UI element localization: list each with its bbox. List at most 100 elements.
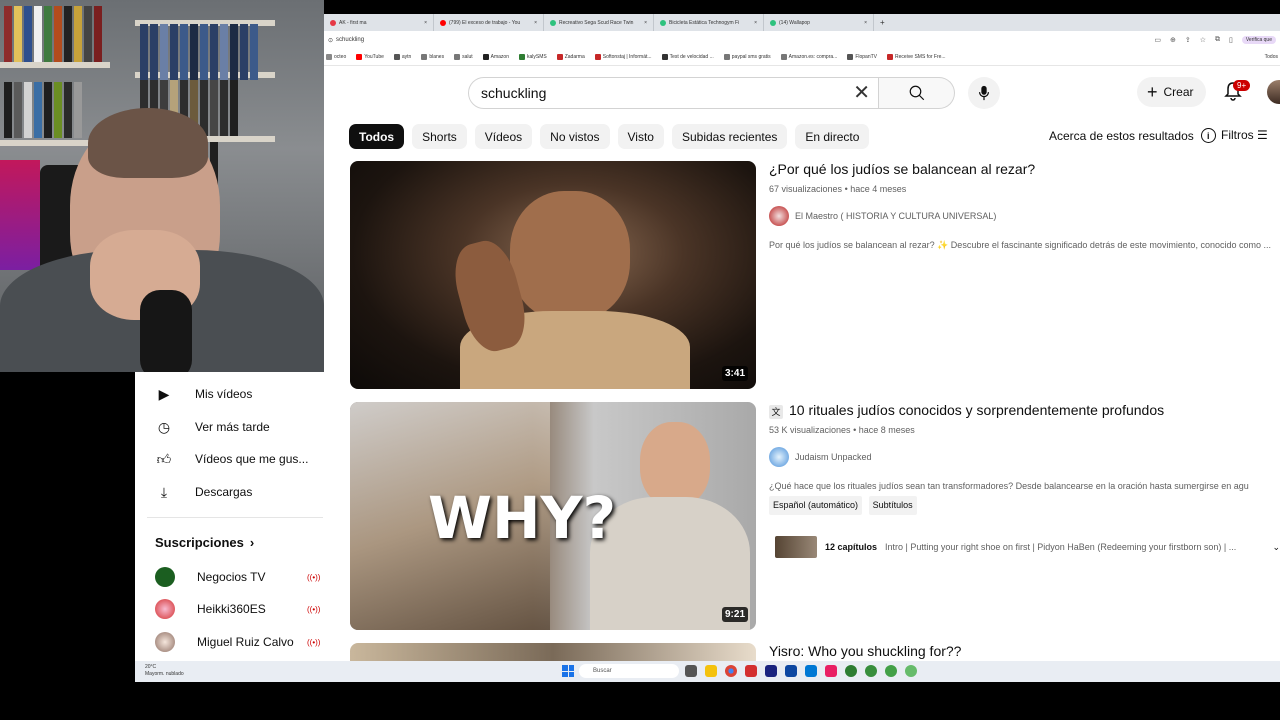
video-description: Por qué los judíos se balancean al rezar…	[769, 240, 1271, 250]
video-title[interactable]: ¿Por qué los judíos se balancean al reza…	[769, 161, 1035, 177]
chevron-down-icon[interactable]: ⌄	[1272, 542, 1280, 553]
chip-shorts[interactable]: Shorts	[412, 124, 467, 149]
tab-close-icon[interactable]: ×	[644, 20, 647, 26]
chrome-icon[interactable]	[725, 665, 737, 677]
browser-tab[interactable]: AK - first ma ×	[324, 14, 434, 31]
bookmark-item[interactable]: paypal sms gratis	[723, 54, 771, 60]
bookmark-item[interactable]: aytn	[393, 54, 411, 60]
share-icon[interactable]: ⇪	[1185, 36, 1191, 44]
browser-tab[interactable]: (14) Wallapop ×	[764, 14, 874, 31]
url-text[interactable]: schuckling	[336, 37, 1154, 43]
app-icon[interactable]	[745, 665, 757, 677]
subscriptions-heading[interactable]: Suscripciones ›	[155, 535, 254, 550]
video-thumbnail[interactable]: 3:41	[350, 161, 756, 389]
bookmark-item[interactable]: Amazon.es: compra...	[780, 54, 837, 60]
result-item[interactable]: WHY? 9:21 文 10 rituales judíos conocidos …	[350, 402, 1280, 632]
bookmark-item[interactable]: YouTube	[356, 54, 384, 60]
browser-tab[interactable]: Bicicleta Estática Technogym Fi ×	[654, 14, 764, 31]
zoom-icon[interactable]: ⊕	[1170, 36, 1176, 44]
chip-subidas-recientes[interactable]: Subidas recientes	[671, 124, 788, 149]
live-icon: ((•))	[307, 637, 321, 647]
task-view-icon[interactable]	[685, 665, 697, 677]
chip-visto[interactable]: Visto	[617, 124, 664, 149]
bookmark-item[interactable]: kalySMS	[518, 54, 547, 60]
windows-start-icon[interactable]	[562, 665, 574, 677]
video-description: ¿Qué hace que los rituales judíos sean t…	[769, 479, 1280, 515]
tab-label: Recreativo Sega Scud Race Twin	[559, 19, 634, 26]
chrome-profile-icon[interactable]	[885, 665, 897, 677]
weather-widget[interactable]: 20°C Mayorm. nublado	[145, 664, 184, 678]
create-button[interactable]: + Crear	[1137, 77, 1206, 107]
result-item[interactable]: Yisro: Who you shuckling for??	[350, 643, 1280, 661]
bookmark-item[interactable]: Receive SMS for Fre...	[887, 54, 946, 60]
edge-icon[interactable]	[805, 665, 817, 677]
bookmark-label: blanes	[429, 54, 445, 60]
bookmark-item[interactable]: blanes	[421, 54, 444, 60]
all-bookmarks-folder[interactable]: Todos	[1265, 54, 1278, 60]
clock-icon: ◷	[157, 418, 171, 435]
app-icon[interactable]	[825, 665, 837, 677]
tab-close-icon[interactable]: ×	[534, 20, 537, 26]
file-explorer-icon[interactable]	[705, 665, 717, 677]
extensions-icon[interactable]: ⧉	[1215, 36, 1220, 44]
bookmark-item[interactable]: Zadarma	[556, 54, 585, 60]
clear-search-icon[interactable]: ✕	[853, 82, 870, 104]
bookmark-item[interactable]: Softonstaj | Informát...	[594, 54, 652, 60]
new-tab-button[interactable]: +	[880, 18, 885, 27]
video-title[interactable]: Yisro: Who you shuckling for??	[769, 643, 961, 659]
bookmark-item[interactable]: octeo	[326, 54, 346, 60]
sidebar-item-mis-videos[interactable]: ▶ Mis vídeos	[155, 382, 253, 406]
chip-videos[interactable]: Vídeos	[474, 124, 533, 149]
browser-tab[interactable]: Recreativo Sega Scud Race Twin ×	[544, 14, 654, 31]
bookmark-label: kalySMS	[526, 54, 547, 60]
sidebar-sub-miguel-ruiz-calvo[interactable]: Miguel Ruiz Calvo ((•))	[155, 630, 320, 654]
bookmark-item[interactable]: Amazon	[482, 54, 509, 60]
sidebar-item-descargas[interactable]: ⤓ Descargas	[155, 480, 252, 504]
profile-button[interactable]: Verifica que	[1241, 36, 1276, 44]
bookmark-item[interactable]: salut	[454, 54, 473, 60]
channel-name[interactable]: El Maestro ( HISTORIA Y CULTURA UNIVERSA…	[795, 211, 996, 221]
photoshop-icon[interactable]	[785, 665, 797, 677]
chip-no-vistos[interactable]: No vistos	[540, 124, 610, 149]
bookmark-item[interactable]: Test de velocidad ...	[661, 54, 714, 60]
premiere-icon[interactable]	[765, 665, 777, 677]
voice-search-button[interactable]	[968, 77, 1000, 109]
video-thumbnail[interactable]: WHY? 9:21	[350, 402, 756, 630]
bookmark-favicon-icon	[454, 54, 461, 60]
sidebar-item-ver-mas-tarde[interactable]: ◷ Ver más tarde	[155, 415, 270, 439]
search-input[interactable]	[481, 85, 851, 101]
taskbar-search[interactable]: Buscar	[579, 664, 679, 678]
install-icon[interactable]: ▭	[1154, 36, 1161, 44]
chapters-row[interactable]: 12 capítulos Intro | Putting your right …	[775, 534, 1280, 560]
chip-todos[interactable]: Todos	[349, 124, 405, 149]
address-bar[interactable]: ⊙ schuckling ▭ ⊕ ⇪ ☆ ⧉ ▯ Verifica que	[324, 31, 1280, 49]
sidebar-sub-negocios-tv[interactable]: Negocios TV ((•))	[155, 565, 320, 589]
tab-close-icon[interactable]: ×	[864, 20, 867, 26]
chrome-profile-icon[interactable]	[905, 665, 917, 677]
browser-tab[interactable]: (799) El exceso de trabajo - You ×	[434, 14, 544, 31]
channel-link[interactable]: Judaism Unpacked	[769, 447, 872, 467]
video-thumbnail[interactable]	[350, 643, 756, 661]
sidebar-item-videos-que-me-gustan[interactable]: 👍︎ Vídeos que me gus...	[155, 447, 309, 471]
video-title[interactable]: 文 10 rituales judíos conocidos y sorprend…	[769, 402, 1164, 419]
channel-name[interactable]: Judaism Unpacked	[795, 452, 872, 462]
tab-close-icon[interactable]: ×	[424, 20, 427, 26]
channel-link[interactable]: El Maestro ( HISTORIA Y CULTURA UNIVERSA…	[769, 206, 996, 226]
filters-button[interactable]: Filtros ☰	[1221, 128, 1268, 142]
search-box[interactable]: ✕	[468, 77, 879, 109]
bookmark-item[interactable]: FlopanTV	[847, 54, 877, 60]
tab-close-icon[interactable]: ×	[754, 20, 757, 26]
bookmark-star-icon[interactable]: ☆	[1200, 36, 1206, 44]
search-button[interactable]	[879, 77, 955, 109]
sidebar-item-label: Descargas	[195, 485, 253, 499]
chrome-profile-icon[interactable]	[845, 665, 857, 677]
sidebar-icon[interactable]: ▯	[1229, 36, 1233, 44]
sidebar-sub-heikki360es[interactable]: Heikki360ES ((•))	[155, 597, 320, 621]
about-results-link[interactable]: Acerca de estos resultados i	[1049, 128, 1216, 143]
result-item[interactable]: 3:41 ¿Por qué los judíos se balancean al…	[350, 161, 1280, 391]
account-avatar[interactable]	[1267, 80, 1280, 104]
sidebar-item-label: Ver más tarde	[195, 420, 270, 434]
video-title-text[interactable]: 10 rituales judíos conocidos y sorprende…	[789, 402, 1164, 418]
chrome-profile-icon[interactable]	[865, 665, 877, 677]
chip-en-directo[interactable]: En directo	[795, 124, 870, 149]
